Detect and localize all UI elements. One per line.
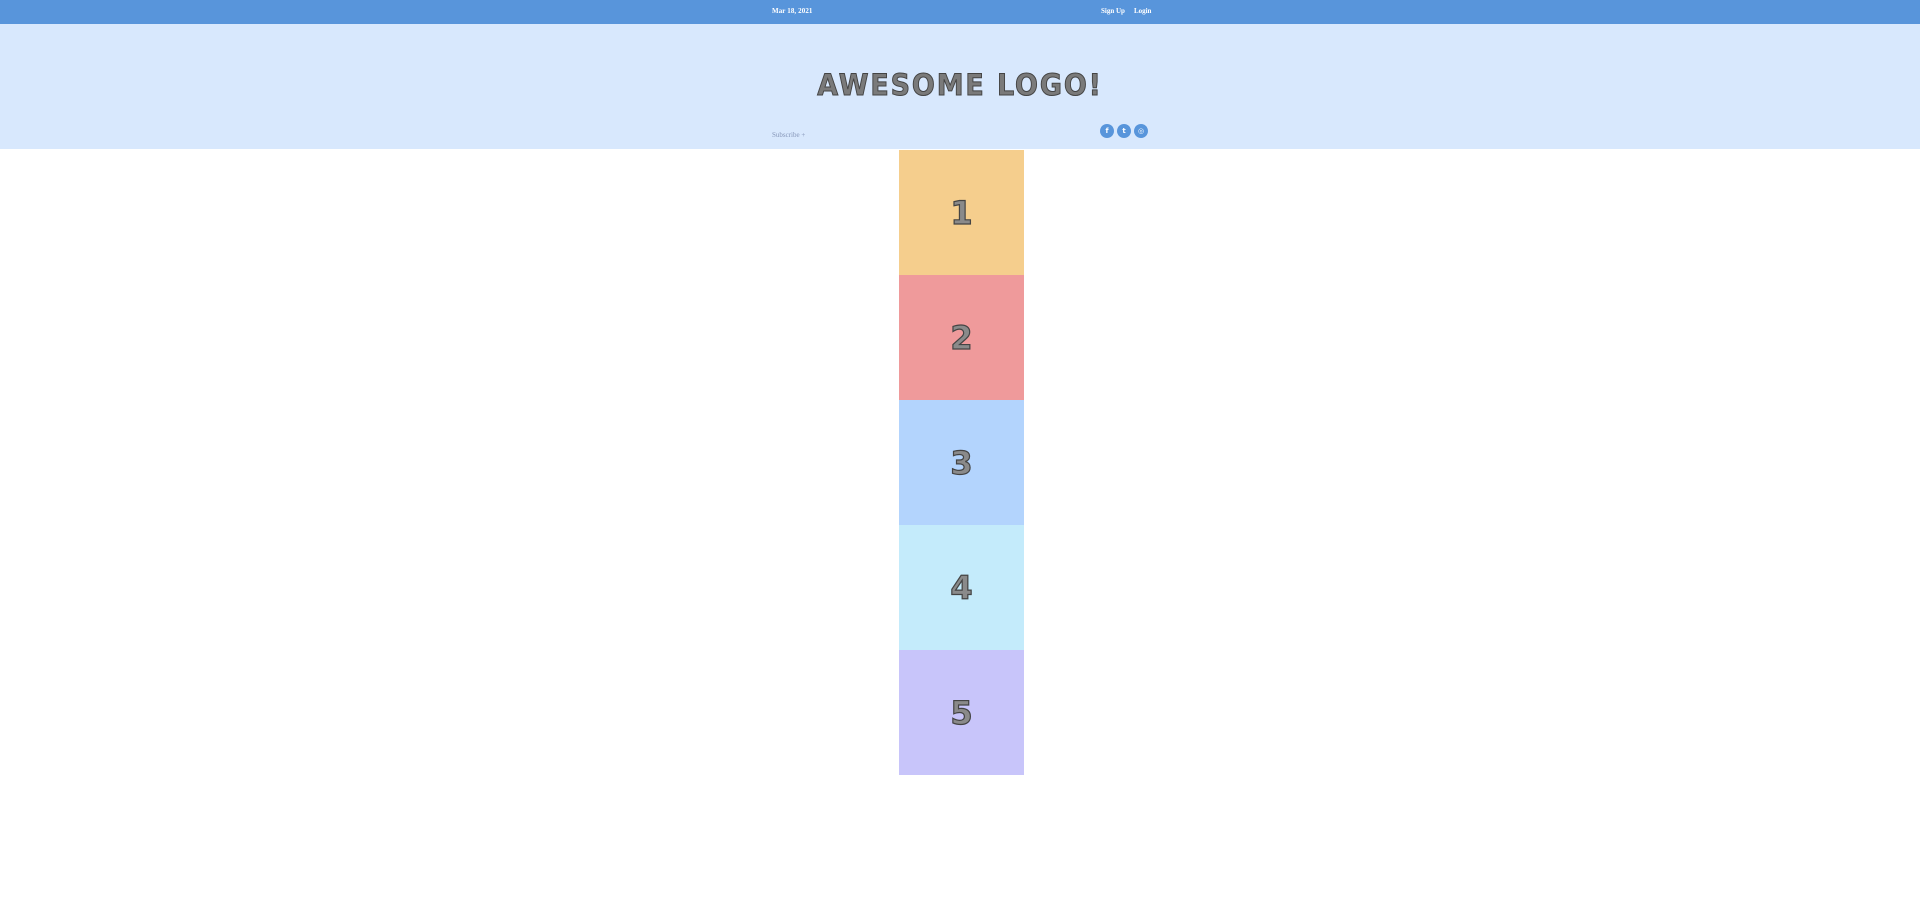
box-2: 2 — [899, 275, 1024, 400]
box-5: 5 — [899, 650, 1024, 775]
login-link[interactable]: Login — [1134, 7, 1152, 15]
instagram-icon[interactable]: ◎ — [1134, 124, 1148, 138]
social-links: f t ◎ — [1100, 124, 1148, 138]
facebook-icon[interactable]: f — [1100, 124, 1114, 138]
site-header: AWESOME LOGO! Subscribe + f t ◎ — [0, 24, 1920, 149]
box-3: 3 — [899, 400, 1024, 525]
twitter-icon[interactable]: t — [1117, 124, 1131, 138]
site-logo[interactable]: AWESOME LOGO! — [67, 68, 1853, 103]
top-bar: Mar 18, 2021 Sign Up Login — [0, 0, 1920, 24]
signup-link[interactable]: Sign Up — [1101, 7, 1125, 15]
date-text: Mar 18, 2021 — [772, 7, 813, 15]
box-1: 1 — [899, 150, 1024, 275]
box-4: 4 — [899, 525, 1024, 650]
auth-links: Sign Up Login — [1101, 7, 1151, 15]
subscribe-link[interactable]: Subscribe + — [772, 131, 805, 139]
box-column: 1 2 3 4 5 — [899, 150, 1024, 775]
